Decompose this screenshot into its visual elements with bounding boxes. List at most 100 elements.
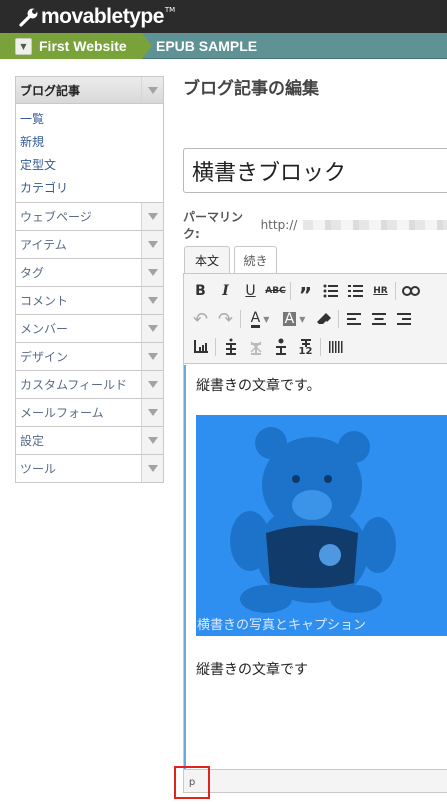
permalink-label: パーマリンク: — [183, 210, 244, 241]
tab-more[interactable]: 続き — [234, 246, 277, 273]
bullet-list-icon[interactable] — [318, 279, 343, 303]
wrench-icon — [19, 8, 38, 27]
eraser-icon[interactable] — [311, 307, 336, 331]
permalink-redacted — [303, 220, 447, 230]
chevron-down-icon: ▼ — [263, 314, 270, 324]
remove-emphasis-icon[interactable] — [243, 335, 268, 359]
expand-toggle[interactable] — [141, 231, 163, 258]
tate-chu-yoko-label: 12 — [298, 345, 313, 357]
sidebar-item-label: メールフォーム — [20, 406, 104, 420]
chevron-down-icon — [147, 241, 158, 248]
chevron-down-icon — [147, 409, 158, 416]
circle-emphasis-icon[interactable] — [268, 335, 293, 359]
teddy-bear-photo — [230, 427, 396, 613]
redo-icon[interactable]: ↷ — [213, 307, 238, 331]
expand-toggle[interactable] — [141, 315, 163, 342]
sidebar-item-settings[interactable]: 設定 — [15, 427, 164, 455]
toolbar-divider — [215, 338, 216, 356]
sidebar-item-tags[interactable]: タグ — [15, 259, 164, 287]
sidebar-item-webpages[interactable]: ウェブページ — [15, 203, 164, 231]
expand-toggle[interactable] — [141, 343, 163, 370]
expand-toggle[interactable] — [141, 259, 163, 286]
toolbar-divider — [338, 310, 339, 328]
paragraph: 縦書きの文章です。 — [196, 378, 321, 394]
top-bar: movabletype TM — [0, 0, 447, 33]
tate-chu-yoko-button[interactable]: 12 — [293, 335, 318, 359]
entry-title-input[interactable]: 横書きブロック — [183, 148, 447, 193]
link-icon[interactable] — [398, 279, 423, 303]
permalink-url[interactable]: http:// — [261, 218, 298, 232]
background-color-button[interactable]: A ▼ — [277, 307, 311, 331]
sidebar-item-label: 設定 — [20, 434, 45, 448]
expand-toggle[interactable] — [141, 287, 163, 314]
strikethrough-button[interactable]: ABC — [263, 279, 288, 303]
chevron-down-icon — [147, 86, 158, 94]
align-left-icon[interactable] — [341, 307, 366, 331]
undo-icon[interactable]: ↶ — [188, 307, 213, 331]
image-figure[interactable]: 横書きの写真とキャプション — [196, 415, 447, 636]
submenu-link-new[interactable]: 新規 — [16, 131, 163, 154]
text-color-button[interactable]: A ▼ — [243, 307, 277, 331]
editor-content[interactable]: 縦書きの文章です。 横書きの写真とキャプション 縦書きの文章です — [184, 365, 447, 770]
submenu-link-category[interactable]: カテゴリ — [16, 177, 163, 200]
horizontal-rule-button[interactable]: HR — [368, 279, 393, 303]
image-caption: 横書きの写真とキャプション — [197, 618, 367, 633]
chevron-down-icon — [147, 325, 158, 332]
page-break-icon[interactable] — [323, 335, 348, 359]
sidebar-item-entries[interactable]: ブログ記事 — [15, 76, 164, 104]
sidebar-item-members[interactable]: メンバー — [15, 315, 164, 343]
toolbar-row-2: ↶ ↷ A ▼ A ▼ — [188, 306, 416, 332]
paragraph: 縦書きの文章です — [196, 662, 308, 678]
tab-body[interactable]: 本文 — [184, 246, 230, 274]
background-color-glyph: A — [282, 311, 297, 327]
expand-toggle[interactable] — [141, 399, 163, 426]
chevron-down-icon: ▼ — [299, 314, 306, 324]
submenu-link-boilerplate[interactable]: 定型文 — [16, 154, 163, 177]
toolbar-row-3: 12 — [188, 334, 348, 360]
align-center-icon[interactable] — [366, 307, 391, 331]
element-path[interactable]: p — [174, 766, 210, 799]
permalink: パーマリンク: http:// — [183, 208, 447, 242]
toolbar-divider — [395, 282, 396, 300]
numbered-list-icon[interactable] — [343, 279, 368, 303]
expand-toggle[interactable] — [141, 455, 163, 482]
sidebar-item-label: アイテム — [20, 238, 67, 252]
align-right-icon[interactable] — [391, 307, 416, 331]
page-title: ブログ記事の編集 — [183, 79, 319, 99]
breadcrumb-blog[interactable]: EPUB SAMPLE — [156, 33, 257, 59]
chevron-down-icon — [147, 381, 158, 388]
sidebar-item-label: メンバー — [20, 322, 69, 336]
italic-button[interactable]: I — [213, 279, 238, 303]
breadcrumb-site[interactable]: ▼ First Website — [0, 33, 152, 59]
blockquote-icon[interactable]: ” — [293, 279, 318, 305]
emphasis-dot-icon[interactable] — [218, 335, 243, 359]
sidebar-item-tools[interactable]: ツール — [15, 455, 164, 483]
sidebar-menu: ブログ記事 一覧 新規 定型文 カテゴリ ウェブページ アイテム タグ コメント… — [15, 76, 164, 483]
chevron-down-icon — [147, 297, 158, 304]
expand-toggle[interactable] — [141, 203, 163, 230]
vertical-text-icon[interactable] — [188, 335, 213, 359]
chevron-down-icon — [147, 213, 158, 220]
expand-toggle[interactable] — [141, 77, 163, 103]
expand-toggle[interactable] — [141, 427, 163, 454]
sidebar-item-assets[interactable]: アイテム — [15, 231, 164, 259]
expand-toggle[interactable] — [141, 371, 163, 398]
logo-text: movabletype — [41, 5, 164, 28]
underline-button[interactable]: U — [238, 279, 263, 303]
sidebar-item-custom-fields[interactable]: カスタムフィールド — [15, 371, 164, 399]
sidebar-item-label: タグ — [20, 266, 45, 280]
bold-button[interactable]: B — [188, 279, 213, 303]
chevron-down-icon — [147, 269, 158, 276]
site-dropdown-button[interactable]: ▼ — [15, 37, 32, 55]
sidebar-item-label: デザイン — [20, 350, 69, 364]
sidebar-item-label: コメント — [20, 294, 69, 308]
sidebar-item-label: ブログ記事 — [20, 83, 81, 98]
sidebar-item-mail-form[interactable]: メールフォーム — [15, 399, 164, 427]
sidebar-item-label: カスタムフィールド — [20, 378, 128, 392]
movabletype-logo[interactable]: movabletype TM — [18, 4, 175, 30]
sidebar-item-design[interactable]: デザイン — [15, 343, 164, 371]
submenu-link-list[interactable]: 一覧 — [16, 108, 163, 131]
sidebar-item-comments[interactable]: コメント — [15, 287, 164, 315]
text-color-glyph: A — [250, 309, 261, 328]
toolbar-divider — [240, 310, 241, 328]
